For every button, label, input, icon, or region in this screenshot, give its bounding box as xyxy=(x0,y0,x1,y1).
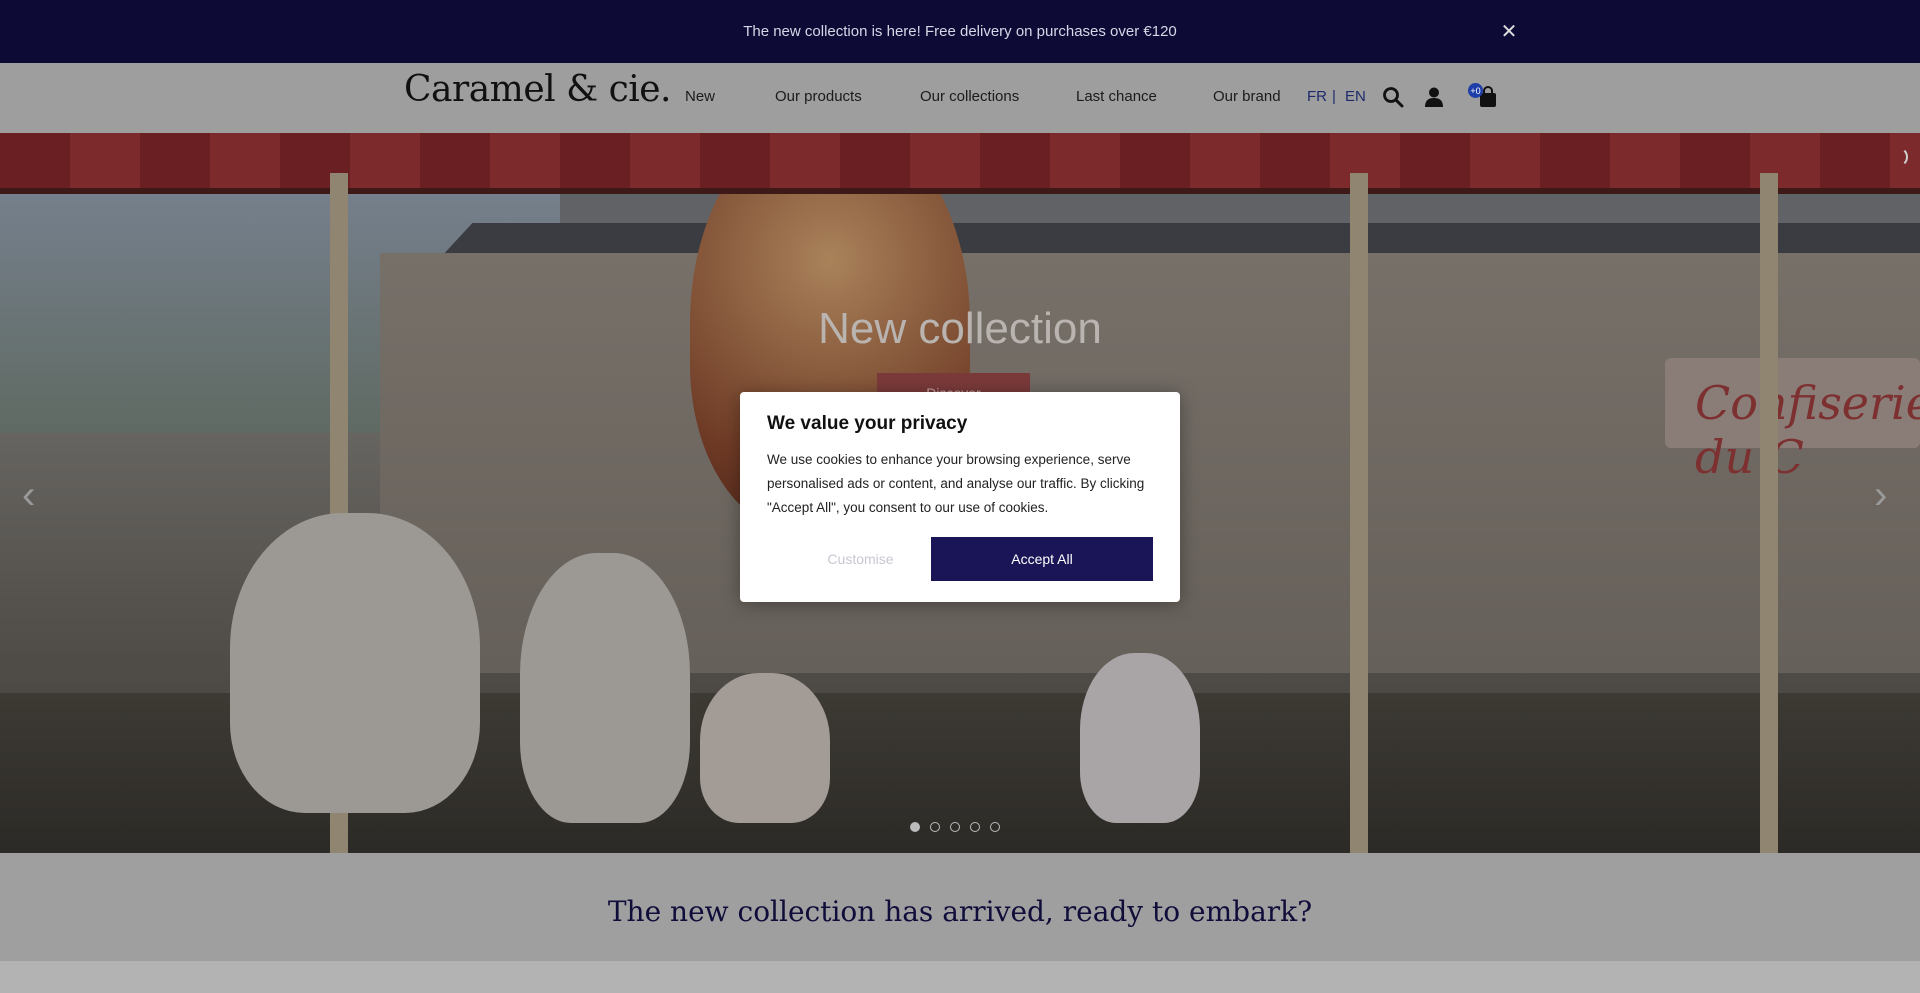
nav-item-our-brand[interactable]: Our brand xyxy=(1213,88,1281,105)
hero-image-backpack xyxy=(1080,653,1200,823)
customise-button[interactable]: Customise xyxy=(767,537,954,581)
brand-logo[interactable]: Caramel & cie. xyxy=(404,69,672,110)
cookie-modal-title: We value your privacy xyxy=(767,413,968,434)
carousel-dot[interactable] xyxy=(990,822,1000,832)
tagline-heading: The new collection has arrived, ready to… xyxy=(607,895,1313,928)
hero-image-horse xyxy=(520,553,690,823)
account-icon[interactable] xyxy=(1423,86,1445,108)
carousel-dot[interactable] xyxy=(930,822,940,832)
hero-image-pillar xyxy=(1760,173,1778,853)
tagline-section: The new collection has arrived, ready to… xyxy=(0,853,1920,961)
carousel-dots xyxy=(910,822,1000,832)
next-section-strip xyxy=(0,961,1920,993)
nav-item-last-chance[interactable]: Last chance xyxy=(1076,88,1157,105)
language-separator: | xyxy=(1332,88,1336,105)
nav-item-our-collections[interactable]: Our collections xyxy=(920,88,1019,105)
hero-image-awning xyxy=(0,133,1920,194)
hero-title: New collection xyxy=(818,304,1102,353)
announcement-bar: The new collection is here! Free deliver… xyxy=(0,0,1920,63)
site-header: Caramel & cie. New Our products Our coll… xyxy=(0,63,1920,133)
hero-image-pillar xyxy=(1350,173,1368,853)
cookie-consent-modal: We value your privacy We use cookies to … xyxy=(740,392,1180,602)
language-fr[interactable]: FR xyxy=(1307,88,1327,105)
carousel-dot[interactable] xyxy=(910,822,920,832)
carousel-dot[interactable] xyxy=(970,822,980,832)
close-icon[interactable]: ✕ xyxy=(1497,19,1521,43)
cookie-modal-body: We use cookies to enhance your browsing … xyxy=(767,452,1145,515)
nav-item-our-products[interactable]: Our products xyxy=(775,88,862,105)
hero-image-shop-sign: Confiserie du C xyxy=(1665,358,1920,484)
hero-image-backpack xyxy=(700,673,830,823)
announcement-text: The new collection is here! Free deliver… xyxy=(743,23,1177,40)
carousel-prev-arrow[interactable]: ‹ xyxy=(22,473,35,518)
accept-all-button[interactable]: Accept All xyxy=(931,537,1153,581)
hero-image-horse xyxy=(230,513,480,813)
search-icon[interactable] xyxy=(1382,86,1404,108)
loading-spinner-icon xyxy=(1888,147,1908,167)
cart-count-badge: +0 xyxy=(1468,83,1483,98)
carousel-dot[interactable] xyxy=(950,822,960,832)
carousel-next-arrow[interactable]: › xyxy=(1874,473,1887,518)
language-en[interactable]: EN xyxy=(1345,88,1366,105)
nav-item-new[interactable]: New xyxy=(685,88,715,105)
